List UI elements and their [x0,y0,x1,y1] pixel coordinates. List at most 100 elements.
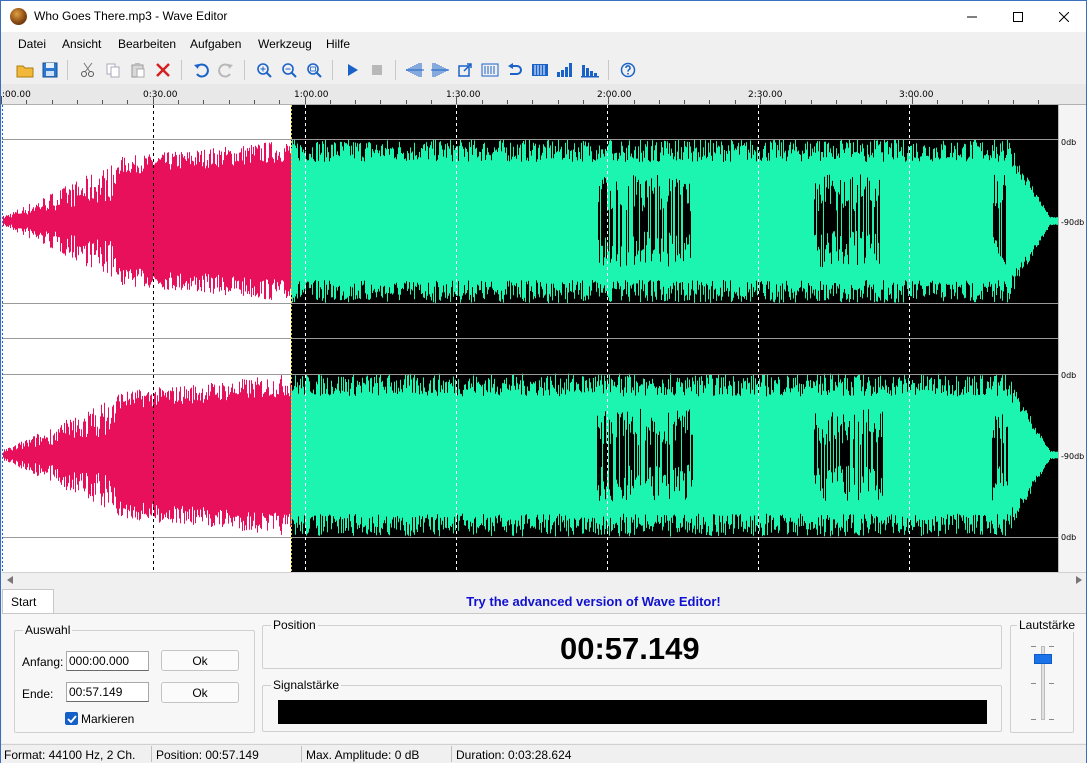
level-button[interactable] [553,58,577,82]
copy-button[interactable] [101,58,125,82]
db-label: 0db [1061,138,1077,147]
maximize-button[interactable] [995,1,1041,32]
reverse-button[interactable] [503,58,527,82]
ruler-tick-label: 1:30.00 [446,90,481,100]
level-icon [557,63,572,77]
play-icon [348,64,358,76]
zoom-fit-button[interactable] [302,58,326,82]
cut-button[interactable] [76,58,100,82]
menu-werkzeug[interactable]: Werkzeug [258,37,312,51]
status-duration: Duration: 0:03:28.624 [456,748,572,762]
mark-checkbox[interactable] [65,712,78,725]
ruler-tick-label: 3:00.00 [899,90,934,100]
volume-group-title: Lautstärke [1017,618,1078,632]
start-input[interactable]: 000:00.000 [66,651,149,671]
status-format: Format: 44100 Hz, 2 Ch. [4,748,136,762]
minimize-icon [967,16,977,17]
position-group: Position 00:57.149 [262,618,1002,669]
fade-out-icon [431,63,449,77]
scroll-left-button[interactable] [5,575,15,585]
ruler-tick-label: 0:30.00 [143,90,178,100]
paste-button[interactable] [126,58,150,82]
status-bar: Format: 44100 Hz, 2 Ch. Position: 00:57.… [1,744,1086,763]
ruler-tick-label: 2:30.00 [748,90,783,100]
amplify-icon [532,64,548,76]
stop-button[interactable] [365,58,389,82]
cut-icon [81,62,94,77]
start-ok-button[interactable]: Ok [161,650,239,671]
time-ruler[interactable]: :00.00 0:30.00 1:00.00 1:30.00 2:00.00 2… [1,84,1086,105]
menu-ansicht[interactable]: Ansicht [62,37,101,51]
waveform-canvas[interactable] [2,105,1058,572]
help-button[interactable] [616,58,640,82]
volume-slider-thumb[interactable] [1034,654,1052,664]
ruler-tick-label: 1:00.00 [294,90,329,100]
open-button[interactable] [13,58,37,82]
end-input[interactable]: 00:57.149 [66,682,149,702]
save-icon [42,62,58,78]
db-label: -90db [1061,452,1085,461]
toolbar [1,56,1086,83]
copy-icon [106,63,120,78]
reverse-icon [508,63,522,75]
ruler-tick-label: :00.00 [2,90,31,100]
status-max-amplitude: Max. Amplitude: 0 dB [306,748,420,762]
signal-group: Signalstärke [262,678,1002,732]
title-bar: Who Goes There.mp3 - Wave Editor [1,1,1086,32]
ruler-tick-label: 2:00.00 [597,90,632,100]
maximize-icon [1013,11,1023,22]
mark-label: Markieren [81,712,135,726]
control-panel: Auswahl Anfang: 000:00.000 Ok Ende: 00:5… [2,613,1086,743]
scroll-right-button[interactable] [1074,575,1084,585]
signal-meter [278,700,987,724]
redo-button[interactable] [214,58,238,82]
minimize-button[interactable] [949,1,995,32]
equalizer-button[interactable] [578,58,602,82]
undo-button[interactable] [189,58,213,82]
play-button[interactable] [340,58,364,82]
close-button[interactable] [1041,1,1087,32]
zoom-fit-icon [307,63,322,78]
stop-icon [372,65,382,75]
end-ok-button[interactable]: Ok [161,682,239,703]
equalizer-icon [581,65,599,78]
silence-icon [481,63,499,77]
promo-link[interactable]: Try the advanced version of Wave Editor! [1,594,1086,609]
waveform-view[interactable] [2,105,1058,572]
tab-start[interactable]: Start [2,589,54,613]
menu-aufgaben[interactable]: Aufgaben [190,37,241,51]
menu-datei[interactable]: Datei [18,37,46,51]
chevron-right-icon [1076,576,1082,584]
zoom-in-button[interactable] [252,58,276,82]
db-label: 0db [1061,371,1077,380]
position-display: 00:57.149 [560,631,700,666]
open-folder-icon [16,65,34,78]
amplify-button[interactable] [528,58,552,82]
waveform-channel-1 [291,139,1058,303]
silence-button[interactable] [478,58,502,82]
normalize-button[interactable] [453,58,477,82]
end-label: Ende: [22,687,54,701]
menu-bar: Datei Ansicht Bearbeiten Aufgaben Werkze… [1,33,1086,55]
fade-out-button[interactable] [428,58,452,82]
fade-in-button[interactable] [403,58,427,82]
menu-hilfe[interactable]: Hilfe [326,37,350,51]
zoom-in-icon [257,63,272,78]
window-title: Who Goes There.mp3 - Wave Editor [34,9,228,23]
delete-icon [156,63,170,77]
db-scale: 0db -90db 0db -90db 0db [1058,105,1086,572]
selection-group: Auswahl Anfang: 000:00.000 Ok Ende: 00:5… [14,623,255,733]
delete-button[interactable] [151,58,175,82]
save-button[interactable] [38,58,62,82]
signal-group-title: Signalstärke [271,678,342,692]
horizontal-scrollbar[interactable] [2,572,1086,586]
start-label: Anfang: [22,655,64,669]
db-label: 0db [1061,533,1077,542]
app-logo-icon [10,8,27,25]
fade-in-icon [406,63,424,77]
menu-bearbeiten[interactable]: Bearbeiten [118,37,176,51]
help-icon [620,62,636,78]
zoom-out-button[interactable] [277,58,301,82]
zoom-out-icon [282,63,297,78]
normalize-icon [458,63,472,77]
